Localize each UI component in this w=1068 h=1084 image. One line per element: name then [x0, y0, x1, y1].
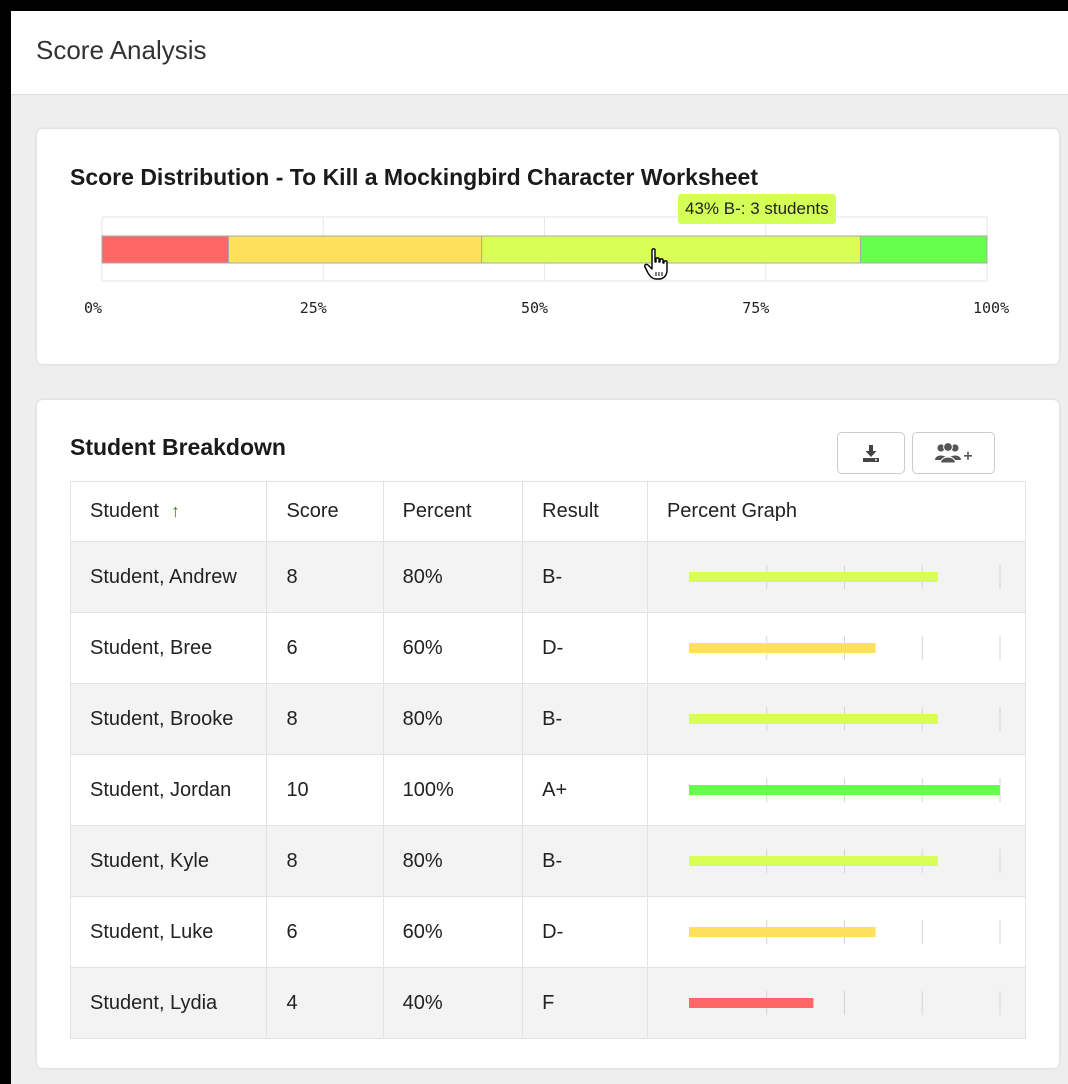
column-header-percent-graph[interactable]: Percent Graph — [646, 481, 1027, 542]
table-row[interactable]: Student, Luke 6 60% D- — [69, 896, 1027, 968]
result-cell: D- — [522, 612, 648, 684]
table-row[interactable]: Student, Andrew 8 80% B- — [69, 541, 1027, 613]
percent-graph-cell — [646, 754, 1027, 826]
score-cell: 8 — [266, 541, 384, 613]
distribution-segment[interactable] — [101, 235, 230, 264]
student-name-cell: Student, Luke — [69, 896, 268, 968]
table-row[interactable]: Student, Kyle 8 80% B- — [69, 825, 1027, 897]
sort-ascending-icon: ↑ — [170, 501, 180, 521]
column-header-percent[interactable]: Percent — [382, 481, 524, 542]
axis-tick-label: 100% — [973, 299, 1009, 317]
distribution-chart: 0% 25% 50% 75% 100% — [84, 216, 1009, 317]
distribution-segment[interactable] — [481, 235, 861, 264]
distribution-tooltip: 43% B-: 3 students — [678, 194, 836, 224]
student-breakdown-card: Student Breakdown Student ↑ Score Percen… — [37, 400, 1059, 1068]
column-header-label: Student — [90, 500, 159, 522]
percent-cell: 60% — [382, 612, 524, 684]
axis-tick-label: 25% — [300, 299, 327, 317]
percent-bar — [688, 714, 938, 724]
percent-graph — [688, 636, 1001, 660]
add-group-button[interactable] — [912, 432, 995, 474]
percent-cell: 100% — [382, 754, 524, 826]
hand-cursor-icon — [644, 248, 668, 280]
percent-graph — [688, 565, 1001, 589]
percent-bar — [688, 856, 938, 866]
score-cell: 4 — [266, 967, 384, 1039]
table-row[interactable]: Student, Jordan 10 100% A+ — [69, 754, 1027, 826]
percent-graph-cell — [646, 683, 1027, 755]
percent-graph — [688, 991, 1001, 1015]
add-group-icon — [934, 442, 972, 464]
percent-cell: 40% — [382, 967, 524, 1039]
score-cell: 8 — [266, 825, 384, 897]
percent-graph — [688, 778, 1001, 802]
table-row[interactable]: Student, Bree 6 60% D- — [69, 612, 1027, 684]
column-header-score[interactable]: Score — [266, 481, 384, 542]
student-name-cell: Student, Jordan — [69, 754, 268, 826]
percent-graph-cell — [646, 896, 1027, 968]
distribution-segment[interactable] — [859, 235, 988, 264]
percent-cell: 80% — [382, 683, 524, 755]
score-cell: 8 — [266, 683, 384, 755]
percent-bar — [688, 927, 876, 937]
percent-graph-cell — [646, 541, 1027, 613]
result-cell: B- — [522, 541, 648, 613]
percent-cell: 60% — [382, 896, 524, 968]
percent-cell: 80% — [382, 825, 524, 897]
page-title: Score Analysis — [36, 35, 207, 65]
download-icon — [863, 445, 879, 462]
score-cell: 10 — [266, 754, 384, 826]
column-header-label: Score — [286, 500, 339, 522]
percent-graph — [688, 707, 1001, 731]
percent-graph-cell — [646, 825, 1027, 897]
column-header-result[interactable]: Result — [522, 481, 648, 542]
download-button[interactable] — [837, 432, 905, 474]
result-cell: F — [522, 967, 648, 1039]
percent-bar — [688, 643, 876, 653]
page-header: Score Analysis — [11, 11, 1068, 95]
result-cell: D- — [522, 896, 648, 968]
percent-graph — [688, 849, 1001, 873]
table-row[interactable]: Student, Brooke 8 80% B- — [69, 683, 1027, 755]
student-name-cell: Student, Bree — [69, 612, 268, 684]
breakdown-title: Student Breakdown — [70, 434, 286, 460]
axis-tick-label: 50% — [521, 299, 548, 317]
percent-graph-cell — [646, 967, 1027, 1039]
result-cell: A+ — [522, 754, 648, 826]
score-cell: 6 — [266, 896, 384, 968]
distribution-segment[interactable] — [228, 235, 483, 264]
percent-graph-cell — [646, 612, 1027, 684]
student-name-cell: Student, Kyle — [69, 825, 268, 897]
column-header-label: Percent Graph — [666, 500, 798, 522]
column-header-label: Result — [542, 500, 599, 522]
axis-tick-label: 0% — [84, 299, 102, 317]
student-name-cell: Student, Brooke — [69, 683, 268, 755]
percent-bar — [688, 785, 1000, 795]
student-name-cell: Student, Andrew — [69, 541, 268, 613]
score-distribution-card: Score Distribution - To Kill a Mockingbi… — [37, 129, 1059, 364]
table-row[interactable]: Student, Lydia 4 40% F — [69, 967, 1027, 1039]
table-header-row: Student ↑ Score Percent Result Percent Gr… — [69, 481, 1027, 542]
percent-bar — [688, 572, 938, 582]
student-table: Student ↑ Score Percent Result Percent Gr… — [69, 481, 1027, 1039]
column-header-student[interactable]: Student ↑ — [69, 481, 268, 542]
result-cell: B- — [522, 683, 648, 755]
percent-graph — [688, 920, 1001, 944]
result-cell: B- — [522, 825, 648, 897]
score-cell: 6 — [266, 612, 384, 684]
app-window: Score Analysis Score Distribution - To K… — [11, 11, 1068, 1084]
percent-cell: 80% — [382, 541, 524, 613]
student-name-cell: Student, Lydia — [69, 967, 268, 1039]
column-header-label: Percent — [402, 500, 472, 522]
axis-tick-label: 75% — [742, 299, 769, 317]
percent-bar — [688, 998, 814, 1008]
